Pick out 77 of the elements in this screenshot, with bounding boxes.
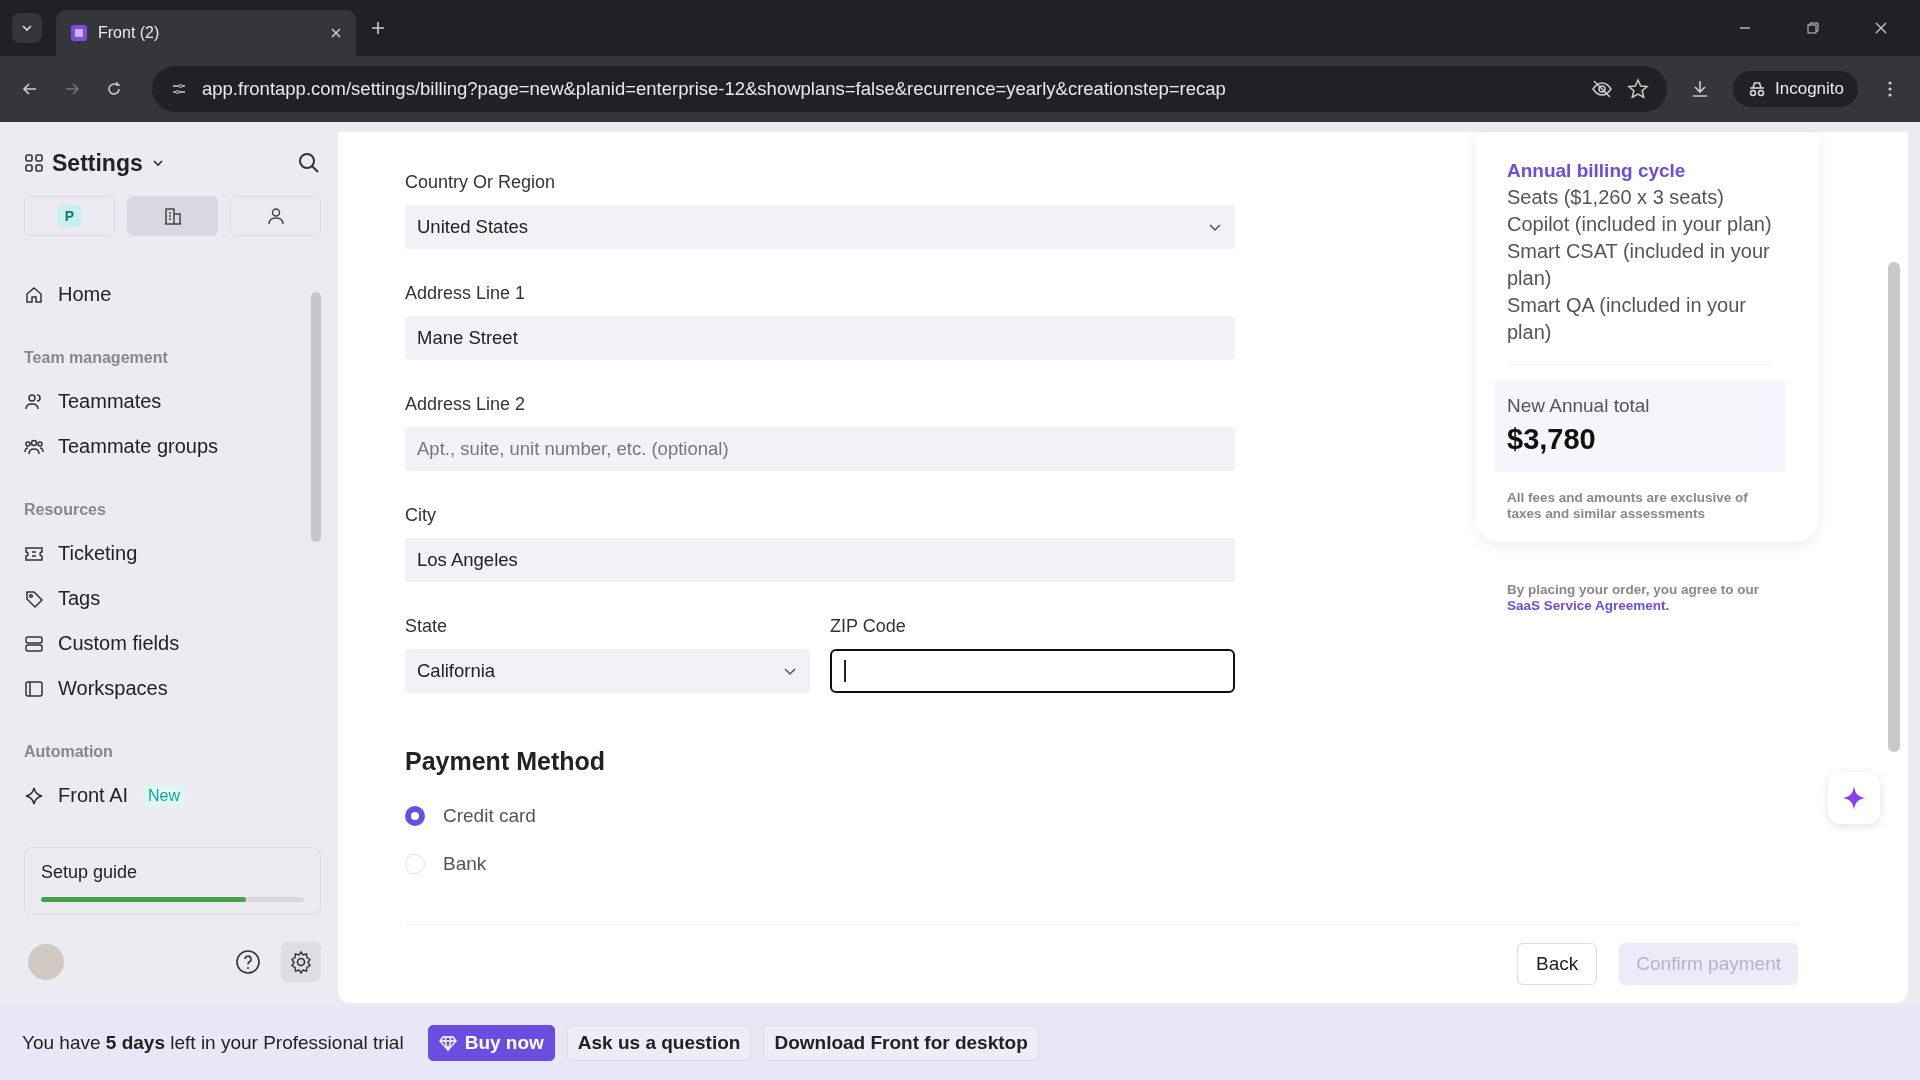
total-label: New Annual total [1507, 395, 1651, 417]
select-field[interactable]: California [405, 649, 810, 693]
input-field[interactable]: Mane Street [405, 316, 1235, 360]
browser-tab[interactable]: Front (2) [56, 10, 356, 56]
field-label: ZIP Code [830, 616, 907, 637]
tag-icon [24, 588, 44, 609]
radio-label: Bank [443, 853, 487, 875]
panel-icon [24, 678, 44, 699]
sidebar-item[interactable]: Home [24, 272, 311, 317]
section-heading: Team management [24, 349, 169, 367]
incognito-indicator[interactable]: Incognito [1733, 71, 1858, 107]
radio-label: Credit card [443, 805, 536, 827]
tab-list-button[interactable] [12, 13, 42, 43]
summary-line: Copilot (included in your plan) [1507, 212, 1773, 237]
field-label: Country Or Region [405, 172, 557, 193]
new-tab-icon[interactable] [370, 20, 386, 36]
front-logo-icon [70, 24, 88, 42]
restore-icon[interactable] [1806, 21, 1820, 35]
star-icon[interactable] [1627, 78, 1649, 100]
settings-menu[interactable]: Settings [52, 149, 143, 177]
agreement-link[interactable]: SaaS Service Agreement. [1507, 598, 1670, 613]
section-heading: Automation [24, 743, 114, 761]
field-label: Address Line 2 [405, 394, 527, 415]
close-icon[interactable] [1874, 21, 1888, 35]
tax-note: All fees and amounts are exclusive of taxes and similar assessments [1507, 490, 1749, 522]
setup-guide-card[interactable]: Setup guide [24, 847, 321, 915]
back-button[interactable]: Back [1517, 943, 1598, 985]
sidebar-item[interactable]: Front AI New [24, 773, 311, 818]
close-icon[interactable] [330, 27, 342, 39]
summary-line: Smart QA (included in your plan) [1507, 293, 1747, 345]
building-icon [162, 206, 183, 226]
field-label: Address Line 1 [405, 283, 527, 304]
search-icon[interactable] [297, 151, 321, 175]
person-icon [265, 206, 286, 226]
trial-message: You have 5 days left in your Professional trial [22, 1032, 404, 1054]
field-label: State [405, 616, 449, 637]
settings-button[interactable] [281, 942, 321, 982]
total-amount: $3,780 [1507, 423, 1597, 456]
company-scope-tab[interactable] [127, 196, 218, 236]
person-icon [24, 391, 44, 412]
help-icon[interactable] [235, 949, 261, 975]
sidebar-item[interactable]: Teammate groups [24, 424, 311, 469]
home-icon [24, 284, 44, 305]
trial-action-button[interactable]: Ask us a question [566, 1025, 752, 1061]
sidebar-item[interactable]: Custom fields [24, 621, 311, 666]
eye-slash-icon[interactable] [1591, 78, 1613, 100]
sparkle-icon [1841, 785, 1867, 811]
section-heading: Payment Method [405, 747, 607, 776]
sparkle-icon [24, 785, 44, 806]
sidebar-item[interactable]: Tags [24, 576, 311, 621]
input-field[interactable] [830, 649, 1235, 693]
summary-line: Seats ($1,260 x 3 seats) [1507, 185, 1725, 210]
sidebar-item[interactable]: Workspaces [24, 666, 311, 711]
diamond-icon [438, 1034, 457, 1052]
settings-icon [289, 950, 313, 974]
ai-assistant-button[interactable] [1828, 772, 1880, 824]
address-bar[interactable]: app.frontapp.com/settings/billing?page=new&planid=enterprise-12&showplans=false&recurrence=yearly&creationstep=recap [152, 66, 1667, 112]
new-badge: New [142, 784, 187, 807]
personal-scope-tab[interactable]: P [24, 196, 115, 236]
radio-button[interactable] [405, 806, 425, 826]
grid-icon [24, 153, 44, 173]
summary-line: Smart CSAT (included in your plan) [1507, 239, 1771, 291]
buy-button[interactable]: Buy now [427, 1025, 555, 1061]
section-heading: Resources [24, 501, 107, 519]
input-field[interactable]: Apt., suite, unit number, etc. (optional) [405, 427, 1235, 471]
input-field[interactable]: Los Angeles [405, 538, 1235, 582]
agreement-text: By placing your order, you agree to our SaaS Service Agreement. [1507, 582, 1761, 614]
sidebar-item[interactable]: Teammates [24, 379, 311, 424]
setup-guide-label: Setup guide [41, 862, 138, 882]
trial-action-button[interactable]: Download Front for desktop [763, 1025, 1039, 1061]
billing-cycle-heading: Annual billing cycle [1507, 160, 1687, 182]
scrollbar[interactable] [1888, 262, 1900, 752]
select-field[interactable]: United States [405, 205, 1235, 249]
field-label: City [405, 505, 437, 526]
sidebar-item[interactable]: Ticketing [24, 531, 311, 576]
scrollbar[interactable] [311, 292, 321, 542]
stacked-bars-icon [24, 633, 44, 654]
